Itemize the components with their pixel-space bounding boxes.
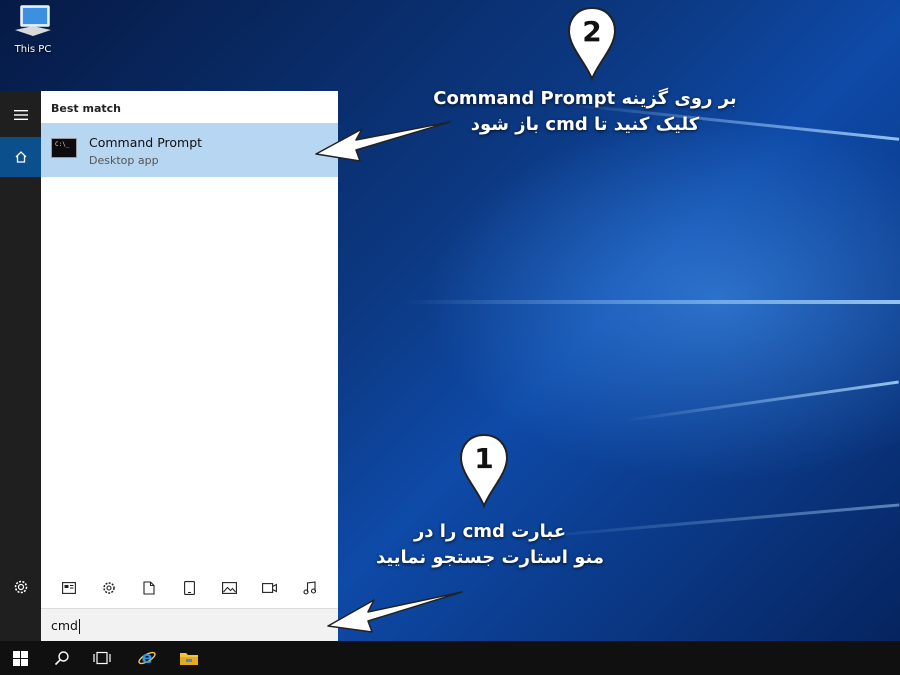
step-1-badge: 1 [458, 432, 510, 510]
step-1-note: عبارت cmd را در منو استارت جستجو نمایید [340, 519, 640, 571]
step-2-badge: 2 [566, 5, 618, 83]
internet-explorer-icon[interactable]: e [127, 641, 167, 675]
step-1-line1: عبارت cmd را در [413, 521, 567, 542]
step-2-line1: بر روی گزینه Command Prompt [433, 88, 737, 109]
step-1-number: 1 [474, 442, 494, 475]
svg-text:e: e [142, 648, 153, 667]
step-1-line2: منو استارت جستجو نمایید [376, 547, 604, 568]
step-2-line2: کلیک کنید تا cmd باز شود [470, 114, 700, 135]
task-view-icon[interactable] [82, 641, 122, 675]
search-icon[interactable] [42, 641, 82, 675]
step-2-number: 2 [582, 15, 602, 48]
file-explorer-icon[interactable] [169, 641, 209, 675]
arrow-to-search-box [327, 591, 463, 633]
windows-start-icon[interactable] [0, 641, 40, 675]
taskbar: e [0, 641, 900, 675]
step-2-note: بر روی گزینه Command Prompt کلیک کنید تا… [400, 86, 770, 138]
